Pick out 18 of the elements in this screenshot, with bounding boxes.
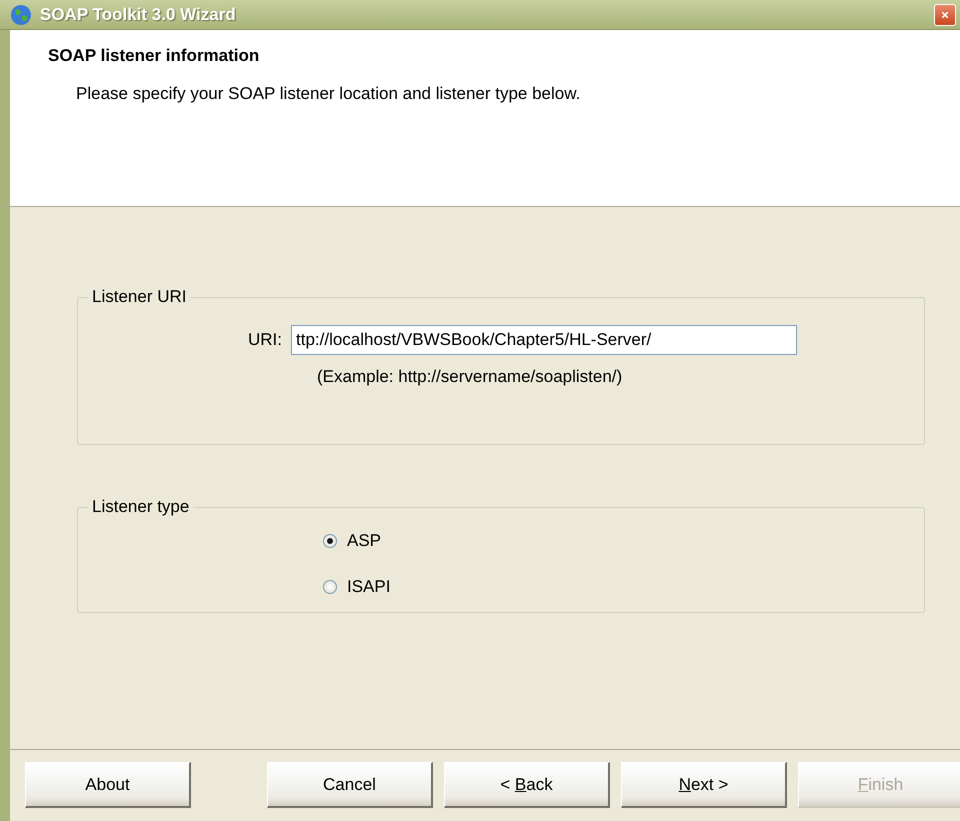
example-hint: (Example: http://servername/soaplisten/): [317, 367, 622, 387]
radio-button[interactable]: [323, 534, 337, 548]
window-title: SOAP Toolkit 3.0 Wizard: [40, 4, 237, 24]
globe-icon: [10, 4, 32, 26]
wizard-button[interactable]: Next >: [621, 762, 787, 808]
page-description: Please specify your SOAP listener location and listener type below.: [76, 84, 580, 104]
wizard-button[interactable]: < Back: [444, 762, 610, 808]
group-label: Listener type: [91, 497, 190, 517]
radio-label[interactable]: ISAPI: [347, 577, 390, 597]
close-button[interactable]: [934, 4, 956, 26]
group-label: Listener URI: [91, 287, 188, 307]
wizard-button[interactable]: About: [25, 762, 191, 808]
field-label: URI:: [248, 330, 282, 350]
radio-button[interactable]: [323, 580, 337, 594]
wizard-button[interactable]: Cancel: [267, 762, 433, 808]
page-heading: SOAP listener information: [48, 46, 260, 66]
radio-label[interactable]: ASP: [347, 531, 382, 551]
uri-field[interactable]: ttp://localhost/VBWSBook/Chapter5/HL-Server/: [291, 325, 797, 355]
